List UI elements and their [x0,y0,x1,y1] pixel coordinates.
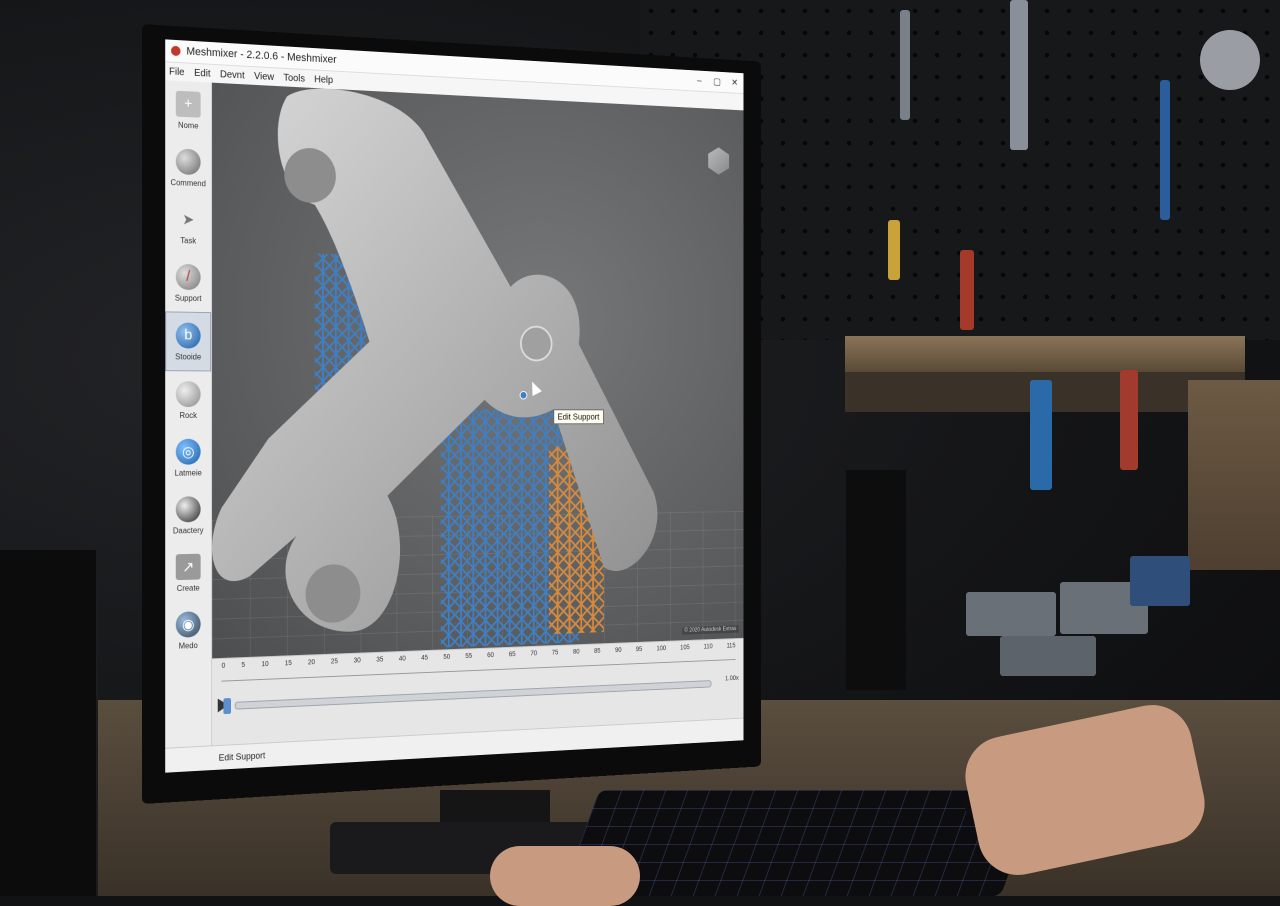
tool-label: Task [180,235,197,245]
tool-label: Rock [179,410,197,420]
tool-support-button[interactable]: / Support [165,254,211,313]
ruler-tick-label: 95 [635,646,643,654]
ball-icon [175,495,201,522]
red-pliers-tool-2 [1120,370,1138,470]
tool-label: Commend [170,177,206,188]
3d-viewport[interactable]: Edit Support © 2020 Autodesk Extras [212,82,744,659]
tool-label: Medo [178,640,198,651]
shelf [845,336,1245,372]
stamp-icon: b [175,321,201,349]
pliers-tool [1010,0,1028,150]
ruler-tick-label: 0 [221,662,226,670]
tool-label: Daactery [172,525,204,535]
plus-icon: + [175,90,201,118]
wrench-tool [900,10,910,120]
camera-icon: ◉ [175,610,201,638]
arrow-icon: ➤ [182,210,195,229]
tool-label: Stooide [175,351,202,361]
speaker-right [846,470,906,690]
menu-file[interactable]: File [169,66,184,78]
ruler-tick-label: 115 [726,642,736,650]
export-icon: ↗ [175,553,201,580]
tool-latmeie-button[interactable]: ◎ Latmeie [165,429,211,487]
storage-bin [1000,636,1096,676]
ruler-tick-label: 30 [353,657,361,665]
ruler-tick-label: 100 [656,645,667,653]
monitor: Meshmixer - 2.2.0.6 - Meshmixer – ▢ ✕ Fi… [142,24,761,804]
yellow-tool [888,220,900,280]
ruler-tick-label: 65 [508,651,516,659]
red-pliers-tool [960,250,974,330]
menu-edit[interactable]: Edit [194,67,210,79]
menu-view[interactable]: View [254,71,274,83]
ruler-tick-label: 40 [398,655,406,663]
blue-pliers-tool [1030,380,1052,490]
window-title: Meshmixer - 2.2.0.6 - Meshmixer [186,45,337,66]
tool-daactery-button[interactable]: Daactery [165,486,211,544]
minimize-button[interactable]: – [690,75,708,86]
sphere-icon [175,147,201,175]
ruler-tick-label: 10 [261,661,269,669]
meshmixer-logo-icon [170,45,181,57]
tool-label: Nome [178,120,199,131]
ruler-tick-label: 70 [530,650,538,658]
ruler-tick-label: 55 [465,653,473,660]
ruler-tick-label: 20 [307,659,316,667]
storage-bin [966,592,1056,636]
brush-icon: / [175,263,201,290]
tooltip: Edit Support [553,409,604,425]
screen: Meshmixer - 2.2.0.6 - Meshmixer – ▢ ✕ Fi… [165,39,744,773]
maximize-button[interactable]: ▢ [708,76,726,87]
status-text: Edit Support [218,750,266,763]
ruler-tick-label: 60 [487,652,494,660]
support-point-handle[interactable] [520,391,527,399]
tool-task-button[interactable]: ➤ Task [165,196,211,255]
window-controls: – ▢ ✕ [690,75,743,88]
ruler-tick-label: 25 [330,658,338,666]
ruler-tick-label: 15 [284,660,292,668]
ruler-tick-label: 5 [241,661,246,669]
menu-devnt[interactable]: Devnt [220,69,245,81]
tape-tool [1200,30,1260,90]
screwdriver-tool [1160,80,1170,220]
ruler-tick-label: 35 [376,656,384,664]
ruler-tick-label: 80 [573,648,580,656]
model-canvas [212,82,658,648]
model-bore-selected[interactable] [521,326,552,360]
menu-tools[interactable]: Tools [283,72,305,84]
ruler-tick-label: 75 [551,649,559,657]
toolbox-sidebar: + Nome Commend ➤ Task / Support b Stooide Ro… [165,80,213,749]
playback-speed[interactable]: 1.00x [725,675,739,682]
tool-rock-button[interactable]: Rock [165,371,211,429]
tool-label: Create [176,582,200,593]
storage-bin-blue [1130,556,1190,606]
ruler-tick-label: 110 [703,643,713,651]
ruler-tick-label: 85 [594,647,601,655]
ruler-tick-label: 105 [680,644,690,652]
paint-icon [175,380,201,407]
tool-label: Latmeie [174,467,202,478]
tool-create-button[interactable]: ↗ Create [165,544,211,603]
cardboard-box [1188,380,1280,570]
ruler-tick-label: 45 [421,654,429,662]
ruler-tick-label: 90 [615,647,622,654]
tool-commend-button[interactable]: Commend [165,138,211,197]
timeline-track[interactable] [234,680,712,710]
globe-icon: ◎ [175,438,201,465]
tool-stooide-button[interactable]: b Stooide [165,311,212,372]
close-button[interactable]: ✕ [726,77,744,88]
ruler-tick-label: 50 [443,653,451,661]
menu-help[interactable]: Help [314,74,333,86]
tool-label: Support [174,293,202,303]
speaker-left [0,550,98,896]
left-hand [490,846,640,906]
timeline-scrubber[interactable] [223,698,231,715]
tool-medo-button[interactable]: ◉ Medo [165,601,211,660]
tool-nome-button[interactable]: + Nome [165,80,211,140]
